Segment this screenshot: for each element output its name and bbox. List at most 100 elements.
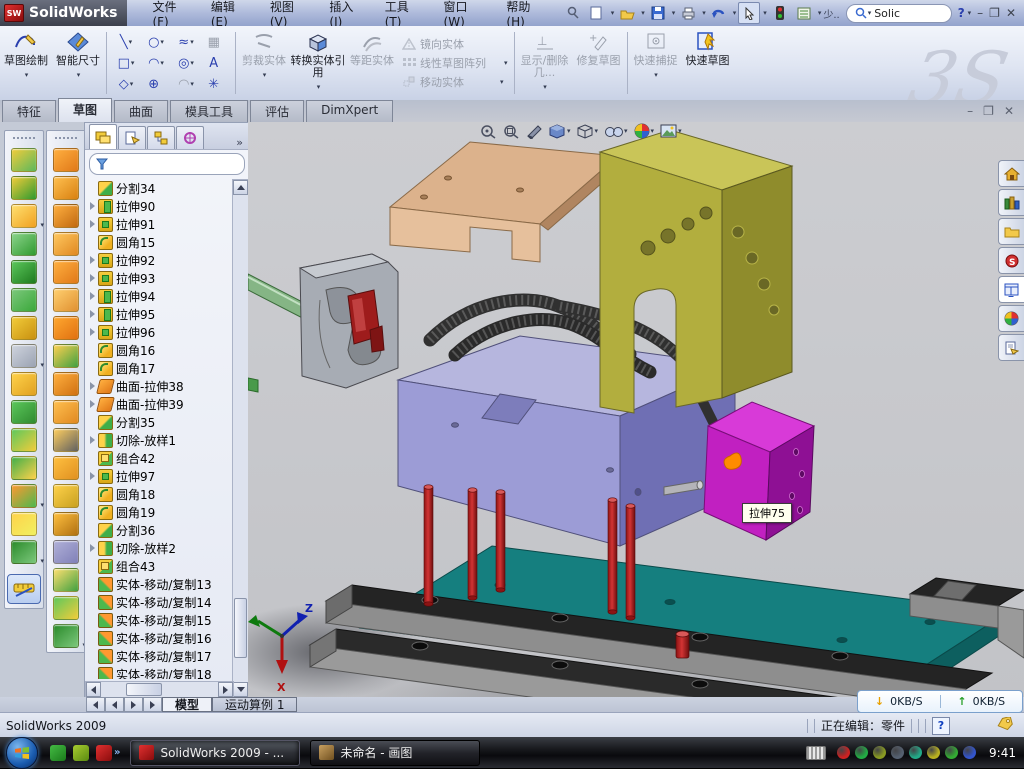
section-view-button[interactable] [526, 124, 543, 139]
tray-icon[interactable] [927, 746, 940, 759]
sketch-entity-button[interactable]: A▾ [201, 53, 231, 74]
tray-icon[interactable] [837, 746, 850, 759]
vertical-scroll-thumb[interactable] [234, 598, 247, 658]
zoom-to-area-button[interactable] [503, 124, 520, 139]
mold-tool-button[interactable]: ▾ [53, 148, 79, 172]
tray-icon[interactable] [963, 746, 976, 759]
feature-tool-button[interactable]: ▾ [11, 260, 37, 284]
new-document-icon[interactable] [586, 2, 608, 24]
tree-horizontal-scrollbar[interactable] [85, 681, 234, 698]
feature-tree-item[interactable]: 实体-移动/复制16 [85, 629, 233, 647]
horizontal-scroll-thumb[interactable] [126, 683, 162, 696]
taskbar-window-button[interactable]: SolidWorks 2009 - ... [130, 740, 300, 766]
feature-tree-item[interactable]: 拉伸96 [85, 323, 233, 341]
rapid-sketch-button[interactable]: 快速草图 [682, 26, 734, 100]
sketch-entity-button[interactable]: ✳▾ [201, 74, 231, 95]
sketch-entity-button[interactable]: ○▾ [141, 32, 171, 53]
sketch-entity-button[interactable]: ╲▾ [111, 32, 141, 53]
sprue-assembly-gray[interactable] [248, 254, 398, 388]
feature-tree-item[interactable]: 拉伸91 [85, 215, 233, 233]
feature-tree-item[interactable]: 圆角17 [85, 359, 233, 377]
feature-tool-button[interactable]: ▾ [11, 372, 37, 396]
solidworks-resources-tab[interactable] [998, 160, 1024, 187]
feature-tree-item[interactable]: 实体-移动/复制15 [85, 611, 233, 629]
ribbon-tab[interactable]: 模具工具 [170, 100, 248, 122]
tab-propertymanager[interactable] [118, 126, 146, 149]
model-tab[interactable]: 模型 [162, 697, 212, 712]
next-tab-button[interactable] [124, 697, 143, 712]
mold-tool-button[interactable]: ▾ [53, 260, 79, 284]
sketch-entity-button[interactable]: ≈▾ [171, 32, 201, 53]
feature-tree-item[interactable]: 分割35 [85, 413, 233, 431]
tray-icon[interactable] [855, 746, 868, 759]
linear-sketch-pattern-button[interactable]: 线性草图阵列▾ [402, 55, 508, 71]
ribbon-tab[interactable]: 草图 [58, 98, 112, 122]
toolbar-grip[interactable] [13, 137, 35, 142]
undo-icon[interactable] [708, 2, 730, 24]
mold-tool-button[interactable]: ▾ [53, 372, 79, 396]
sketch-entity-button[interactable]: ▦▾ [201, 32, 231, 53]
scroll-right-button[interactable] [218, 682, 233, 697]
doc-minimize-button[interactable]: – [967, 104, 973, 118]
sketch-entity-button[interactable]: ◠▾ [141, 53, 171, 74]
feature-tree-item[interactable]: 圆角16 [85, 341, 233, 359]
repair-sketch-button[interactable]: + 修复草图 [573, 26, 625, 100]
feature-tree-item[interactable]: 实体-移动/复制13 [85, 575, 233, 593]
save-dropdown[interactable]: ▾ [672, 9, 676, 17]
expand-arrow-icon[interactable] [87, 327, 97, 337]
tray-icon[interactable] [891, 746, 904, 759]
feature-tree-item[interactable]: 圆角18 [85, 485, 233, 503]
tab-dimxpertmanager[interactable] [176, 126, 204, 149]
scroll-up-button[interactable] [233, 180, 248, 195]
quick-snaps-button[interactable]: 快速捕捉▾ [630, 26, 682, 100]
expand-arrow-icon[interactable] [87, 471, 97, 481]
expand-arrow-icon[interactable] [87, 543, 97, 553]
search-box[interactable]: ▾ Solic [846, 4, 952, 23]
measure-button-pressed[interactable] [7, 574, 41, 604]
close-button[interactable]: ✕ [1006, 6, 1016, 20]
mold-tool-button[interactable]: ▾ [53, 624, 79, 648]
save-icon[interactable] [647, 2, 669, 24]
feature-tool-button[interactable]: ▾ [11, 456, 37, 480]
feature-tree-item[interactable]: 实体-移动/复制17 [85, 647, 233, 665]
feature-tree-item[interactable]: 拉伸95 [85, 305, 233, 323]
tree-vertical-scrollbar[interactable] [232, 179, 249, 698]
mold-tool-button[interactable]: ▾ [53, 512, 79, 536]
ribbon-tab[interactable]: 曲面 [114, 100, 168, 122]
apply-scene-button[interactable]: ▾ [660, 124, 682, 138]
feature-tree-item[interactable]: 实体-移动/复制18 [85, 665, 233, 679]
custom-properties-tab[interactable] [998, 334, 1024, 361]
toolbar-grip[interactable] [55, 137, 77, 142]
mirror-entities-button[interactable]: 镜向实体 [402, 36, 508, 52]
expand-arrow-icon[interactable] [87, 201, 97, 211]
feature-tree-item[interactable]: 组合43 [85, 557, 233, 575]
clamp-bracket-olive[interactable] [600, 130, 792, 413]
graphics-viewport[interactable]: X Y Z ▾ ▾ ▾ ▾ ▾ [248, 122, 1024, 697]
design-library-tab[interactable] [998, 189, 1024, 216]
feature-tool-button[interactable]: ▾ [11, 484, 37, 508]
smart-dimension-button[interactable]: 智能尺寸▾ [52, 26, 104, 100]
offset-entities-button[interactable]: 等距实体 [346, 26, 398, 100]
expand-arrow-icon[interactable] [87, 255, 97, 265]
start-button[interactable] [6, 737, 38, 769]
mold-tool-button[interactable]: ▾ [53, 484, 79, 508]
feature-tree-item[interactable]: 切除-放样2 [85, 539, 233, 557]
feature-tree-item[interactable]: 实体-移动/复制14 [85, 593, 233, 611]
mold-tool-button[interactable]: ▾ [53, 428, 79, 452]
mold-tool-button[interactable]: ▾ [53, 204, 79, 228]
motion-study-tab[interactable]: 运动算例 1 [212, 697, 297, 712]
tray-icon[interactable] [909, 746, 922, 759]
mold-tool-button[interactable]: ▾ [53, 176, 79, 200]
sketch-entity-button[interactable]: ⊕▾ [141, 74, 171, 95]
mold-tool-button[interactable]: ▾ [53, 288, 79, 312]
view-palette-tab[interactable] [998, 276, 1024, 303]
tray-icon[interactable] [873, 746, 886, 759]
feature-tree-item[interactable]: 组合42 [85, 449, 233, 467]
help-dropdown[interactable]: ▾ [968, 9, 972, 17]
file-explorer-tab[interactable] [998, 218, 1024, 245]
options-dropdown[interactable]: ▾ [818, 9, 822, 17]
sketch-button[interactable]: 草图绘制▾ [0, 26, 52, 100]
minimize-button[interactable]: – [977, 6, 983, 20]
mold-tool-button[interactable]: ▾ [53, 400, 79, 424]
expand-arrow-icon[interactable] [87, 309, 97, 319]
